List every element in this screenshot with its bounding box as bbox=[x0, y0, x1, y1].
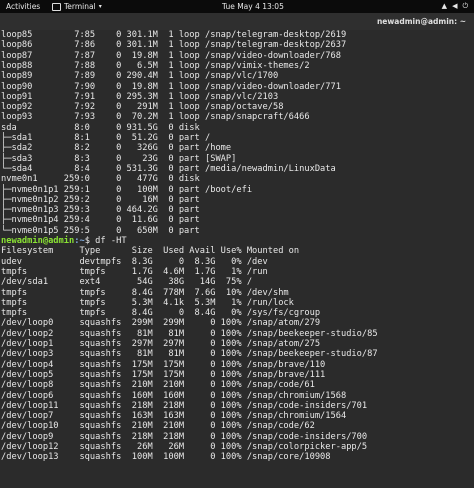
terminal-line: Filesystem Type Size Used Avail Use% Mou… bbox=[1, 246, 300, 257]
terminal-line: /dev/loop11 squashfs 218M 218M 0 100% /s… bbox=[1, 400, 368, 411]
terminal-line: ├─sda3 8:3 0 23G 0 part [SWAP] bbox=[1, 153, 237, 164]
terminal-line: ├─sda2 8:2 0 326G 0 part /home bbox=[1, 143, 232, 154]
system-tray[interactable]: ▲ ◀ ⏻ bbox=[442, 2, 468, 11]
clock[interactable]: Tue May 4 13:05 bbox=[222, 2, 284, 11]
prompt-path: :~ bbox=[74, 236, 85, 246]
app-menu-label: Terminal bbox=[64, 2, 96, 11]
terminal-line: loop85 7:85 0 301.1M 1 loop /snap/telegr… bbox=[1, 30, 347, 40]
terminal-line: loop92 7:92 0 291M 1 loop /snap/octave/5… bbox=[1, 102, 284, 113]
terminal-line: /dev/loop5 squashfs 175M 175M 0 100% /sn… bbox=[1, 369, 326, 380]
prompt-line: newadmin@admin:~$ df -HT bbox=[1, 236, 127, 246]
terminal-line: /dev/loop9 squashfs 218M 218M 0 100% /sn… bbox=[1, 431, 368, 442]
terminal-line: tmpfs tmpfs 8.4G 778M 7.6G 10% /dev/shm bbox=[1, 287, 289, 298]
terminal-line: loop91 7:91 0 295.3M 1 loop /snap/vlc/21… bbox=[1, 91, 279, 102]
terminal-line: ├─nvme0n1p2 259:2 0 16M 0 part bbox=[1, 194, 200, 205]
terminal-line: /dev/loop8 squashfs 210M 210M 0 100% /sn… bbox=[1, 380, 315, 391]
terminal-line: /dev/loop3 squashfs 81M 81M 0 100% /snap… bbox=[1, 349, 378, 360]
terminal-line: loop93 7:93 0 70.2M 1 loop /snap/snapcra… bbox=[1, 112, 310, 123]
network-icon[interactable]: ▲ bbox=[442, 2, 447, 11]
terminal-line: sda 8:0 0 931.5G 0 disk bbox=[1, 122, 200, 133]
terminal-line: loop89 7:89 0 290.4M 1 loop /snap/vlc/17… bbox=[1, 71, 279, 82]
terminal-line: loop90 7:90 0 19.8M 1 loop /snap/video-d… bbox=[1, 81, 341, 92]
prompt-user-host: newadmin@admin bbox=[1, 236, 75, 246]
app-menu-button[interactable]: Terminal ▾ bbox=[52, 2, 102, 11]
top-bar: Activities Terminal ▾ Tue May 4 13:05 ▲ … bbox=[0, 0, 474, 13]
terminal-output[interactable]: loop85 7:85 0 301.1M 1 loop /snap/telegr… bbox=[0, 30, 474, 488]
terminal-line: tmpfs tmpfs 1.7G 4.6M 1.7G 1% /run bbox=[1, 266, 268, 277]
terminal-titlebar[interactable]: newadmin@admin: ~ bbox=[0, 13, 474, 31]
terminal-line: /dev/loop13 squashfs 100M 100M 0 100% /s… bbox=[1, 452, 331, 463]
volume-icon[interactable]: ◀ bbox=[452, 2, 457, 11]
terminal-icon bbox=[52, 2, 61, 11]
terminal-line: nvme0n1 259:0 0 477G 0 disk bbox=[1, 174, 200, 185]
terminal-line: udev devtmpfs 8.3G 0 8.3G 0% /dev bbox=[1, 256, 268, 267]
terminal-line: └─sda4 8:4 0 531.3G 0 part /media/newadm… bbox=[1, 163, 336, 174]
terminal-line: /dev/loop1 squashfs 297M 297M 0 100% /sn… bbox=[1, 339, 321, 349]
terminal-line: tmpfs tmpfs 5.3M 4.1k 5.3M 1% /run/lock bbox=[1, 297, 294, 308]
terminal-line: ├─nvme0n1p1 259:1 0 100M 0 part /boot/ef… bbox=[1, 184, 253, 195]
terminal-line: ├─nvme0n1p4 259:4 0 11.6G 0 part bbox=[1, 215, 200, 226]
terminal-line: /dev/sda1 ext4 54G 38G 14G 75% / bbox=[1, 277, 253, 288]
terminal-line: /dev/loop2 squashfs 81M 81M 0 100% /snap… bbox=[1, 328, 378, 339]
terminal-line: loop88 7:88 0 6.5M 1 loop /snap/vimix-th… bbox=[1, 60, 310, 71]
terminal-line: /dev/loop7 squashfs 163M 163M 0 100% /sn… bbox=[1, 411, 347, 422]
terminal-line: loop87 7:87 0 19.8M 1 loop /snap/video-d… bbox=[1, 50, 341, 61]
terminal-line: ├─nvme0n1p3 259:3 0 464.2G 0 part bbox=[1, 205, 200, 216]
terminal-line: /dev/loop0 squashfs 299M 299M 0 100% /sn… bbox=[1, 318, 321, 329]
power-icon[interactable]: ⏻ bbox=[462, 2, 468, 11]
terminal-line: ├─sda1 8:1 0 51.2G 0 part / bbox=[1, 133, 211, 143]
terminal-line: tmpfs tmpfs 8.4G 0 8.4G 0% /sys/fs/cgrou… bbox=[1, 308, 321, 319]
terminal-line: /dev/loop4 squashfs 175M 175M 0 100% /sn… bbox=[1, 359, 326, 370]
window-title: newadmin@admin: ~ bbox=[376, 17, 466, 26]
terminal-line: /dev/loop10 squashfs 210M 210M 0 100% /s… bbox=[1, 421, 315, 432]
terminal-line: /dev/loop12 squashfs 26M 26M 0 100% /sna… bbox=[1, 442, 368, 452]
terminal-line: /dev/loop6 squashfs 160M 160M 0 100% /sn… bbox=[1, 390, 347, 401]
prompt-command: df -HT bbox=[89, 236, 127, 246]
terminal-line: loop86 7:86 0 301.1M 1 loop /snap/telegr… bbox=[1, 40, 347, 51]
activities-button[interactable]: Activities bbox=[6, 2, 40, 11]
chevron-down-icon: ▾ bbox=[98, 3, 102, 10]
terminal-line: └─nvme0n1p5 259:5 0 650M 0 part bbox=[1, 225, 200, 236]
